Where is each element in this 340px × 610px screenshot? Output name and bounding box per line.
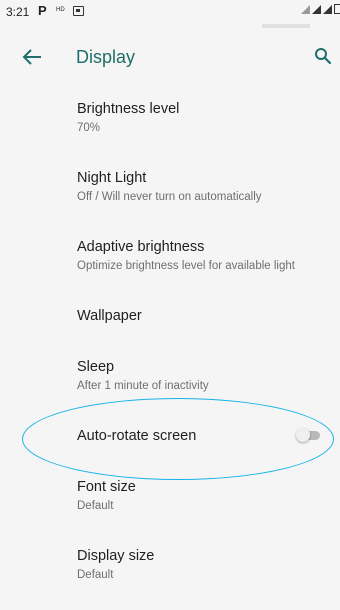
setting-label: Auto-rotate screen (77, 428, 197, 444)
setting-night-light[interactable]: Night Light Off / Will never turn on aut… (0, 161, 340, 225)
page-title: Display (76, 47, 136, 67)
setting-adaptive-brightness[interactable]: Adaptive brightness Optimize brightness … (0, 230, 340, 294)
parking-notification-icon: P (38, 3, 47, 18)
setting-summary: 70% (77, 122, 101, 134)
setting-summary: Optimize brightness level for available … (77, 260, 295, 272)
toggle-thumb (296, 428, 310, 442)
hd-icon: HD (56, 7, 65, 13)
signal-icon (312, 5, 321, 14)
back-arrow-icon[interactable] (22, 48, 42, 66)
setting-wallpaper[interactable]: Wallpaper (0, 290, 340, 354)
setting-summary: Off / Will never turn on automatically (77, 191, 262, 203)
setting-label: Brightness level (77, 101, 180, 117)
setting-auto-rotate-screen[interactable]: Auto-rotate screen (0, 410, 340, 474)
search-icon[interactable] (314, 47, 332, 65)
status-time: 3:21 (6, 5, 30, 19)
battery-icon (334, 4, 340, 14)
signal-icon (301, 5, 310, 14)
signal-icon (323, 5, 332, 14)
sd-card-icon (73, 6, 84, 16)
setting-sleep[interactable]: Sleep After 1 minute of inactivity (0, 350, 340, 414)
status-bar: 3:21 P HD (0, 0, 340, 24)
setting-label: Night Light (77, 170, 147, 186)
setting-label: Adaptive brightness (77, 239, 205, 255)
auto-rotate-toggle[interactable] (296, 427, 322, 443)
setting-label: Font size (77, 479, 136, 495)
setting-summary: Default (77, 500, 114, 512)
app-bar: Display (0, 28, 340, 86)
setting-font-size[interactable]: Font size Default (0, 470, 340, 534)
setting-label: Wallpaper (77, 308, 142, 324)
status-right-icons (301, 4, 340, 14)
setting-display-size[interactable]: Display size Default (0, 539, 340, 603)
setting-summary: Default (77, 569, 114, 581)
setting-label: Display size (77, 548, 155, 564)
setting-label: Sleep (77, 359, 115, 375)
setting-brightness-level[interactable]: Brightness level 70% (0, 92, 340, 156)
setting-summary: After 1 minute of inactivity (77, 380, 209, 392)
